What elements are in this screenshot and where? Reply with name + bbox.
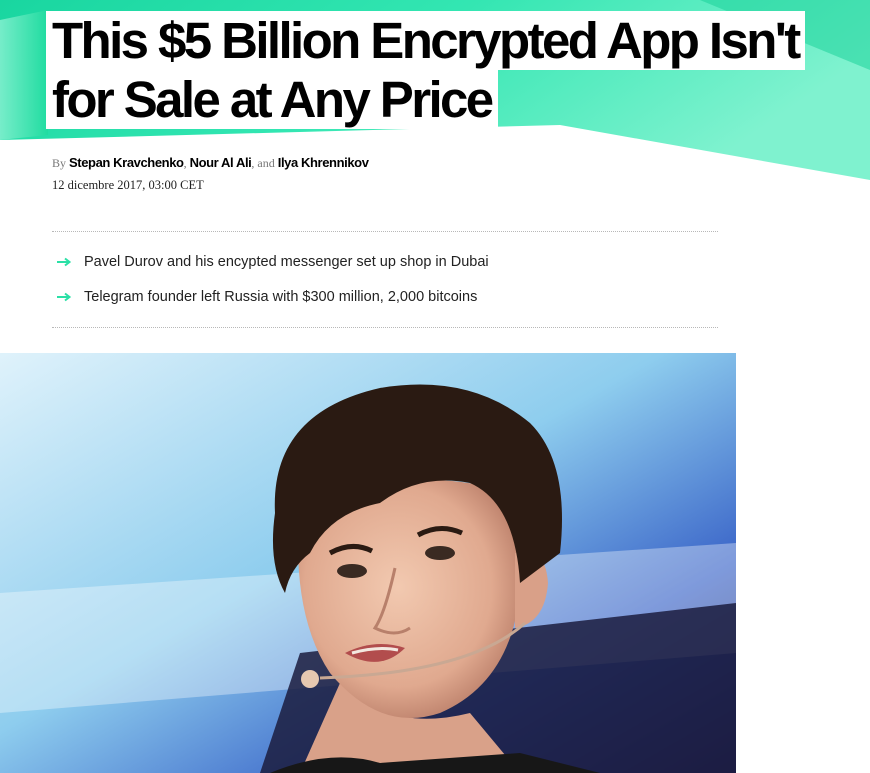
- author-link[interactable]: Stepan Kravchenko: [69, 155, 184, 170]
- author-link[interactable]: Ilya Khrennikov: [278, 155, 369, 170]
- author-link[interactable]: Nour Al Ali: [190, 155, 252, 170]
- summary-item: Telegram founder left Russia with $300 m…: [52, 279, 718, 314]
- summary-item: Pavel Durov and his encypted messenger s…: [52, 244, 718, 279]
- summary-item-text: Telegram founder left Russia with $300 m…: [84, 288, 478, 305]
- portrait-illustration: [0, 353, 736, 773]
- summary-list: Pavel Durov and his encypted messenger s…: [52, 244, 718, 314]
- article-headline: This $5 Billion Encrypted App Isn't for …: [46, 11, 870, 129]
- article-summary: Pavel Durov and his encypted messenger s…: [52, 231, 718, 328]
- headline-line-2: for Sale at Any Price: [46, 70, 498, 129]
- right-arrow-icon: [57, 257, 72, 266]
- byline-comma: ,: [183, 156, 187, 170]
- byline-and: , and: [251, 156, 275, 170]
- lead-photo: [0, 353, 736, 773]
- right-arrow-icon: [57, 292, 72, 301]
- article-page: This $5 Billion Encrypted App Isn't for …: [0, 0, 870, 773]
- publish-date: 12 dicembre 2017, 03:00 CET: [52, 178, 204, 192]
- byline: By Stepan Kravchenko, Nour Al Ali, and I…: [52, 155, 369, 171]
- summary-item-text: Pavel Durov and his encypted messenger s…: [84, 253, 489, 270]
- headline-line-1: This $5 Billion Encrypted App Isn't: [46, 11, 805, 70]
- byline-prefix: By: [52, 156, 67, 170]
